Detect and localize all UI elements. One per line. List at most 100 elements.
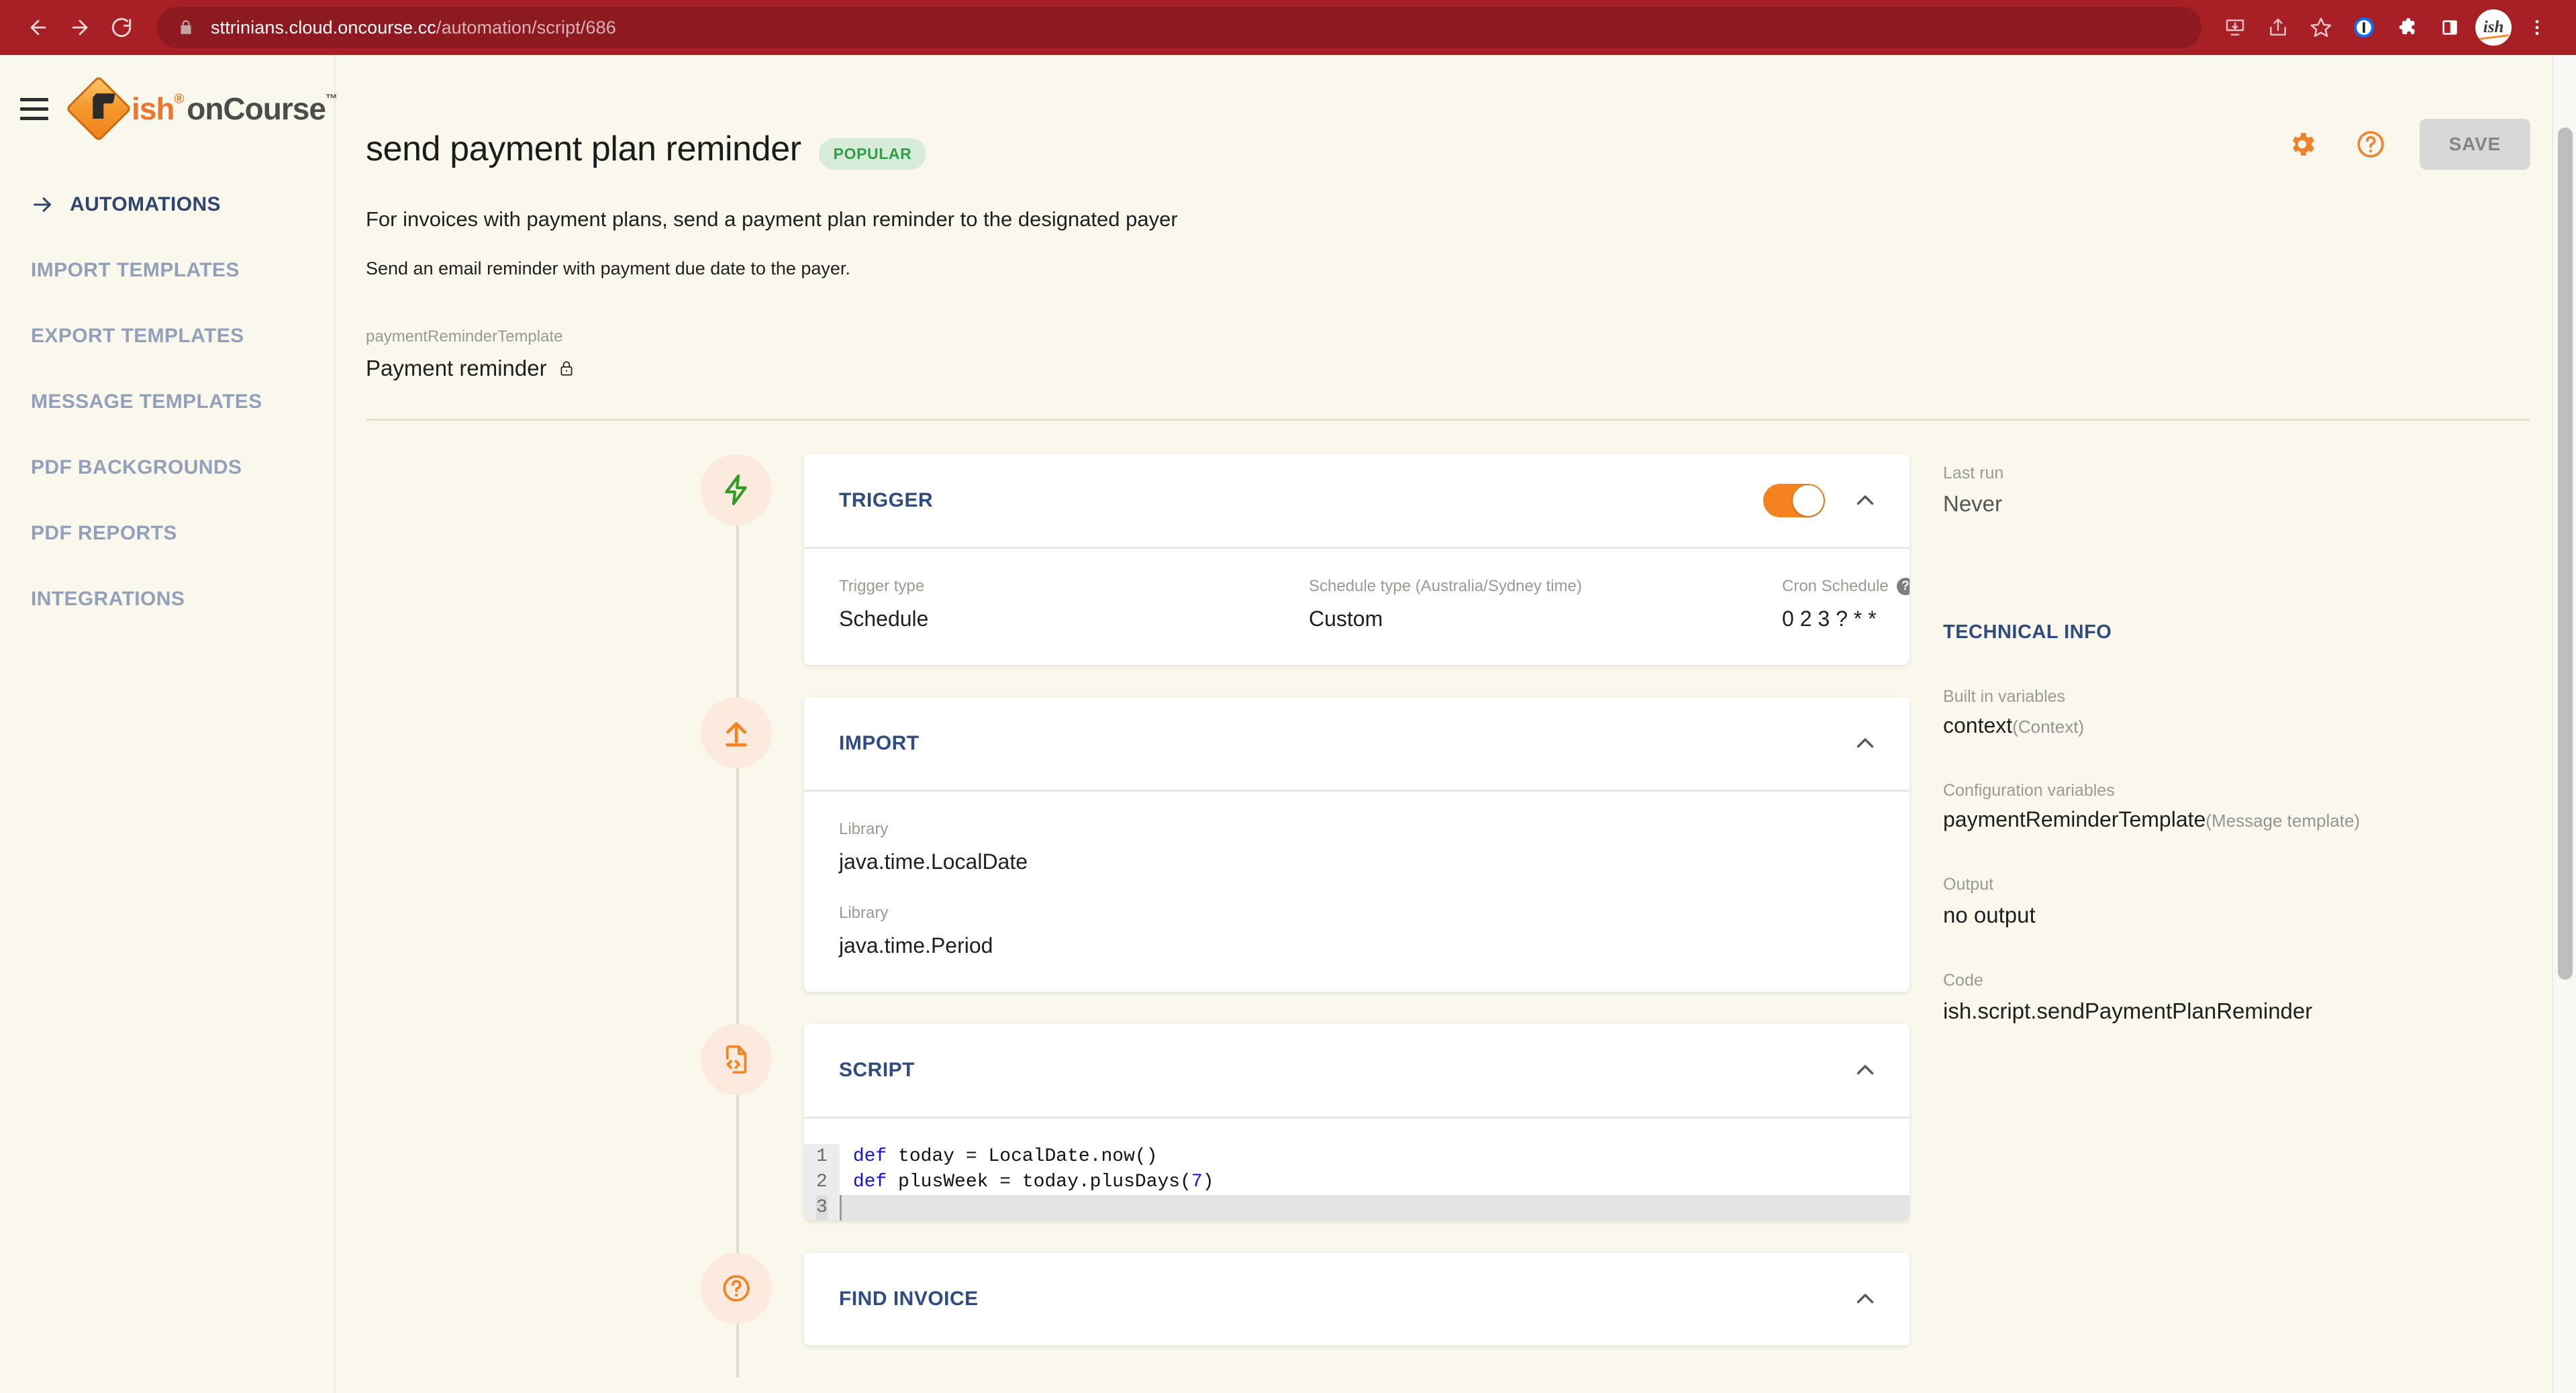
sidebar-item-pdf-backgrounds[interactable]: PDF BACKGROUNDS [0,435,334,501]
field-cron-schedule[interactable]: Cron Schedule ? 0 2 3 ? * * [1782,577,1910,631]
logo-oncourse-text: onCourse [187,91,326,126]
field-label: Library [839,820,889,838]
trigger-fields: Trigger type Schedule Schedule type (Aus… [839,577,1910,631]
trigger-card-body: Trigger type Schedule Schedule type (Aus… [804,547,1910,665]
sidebar: ish ® onCourse ™ AUTOMATIONS IMPORT TEMPLAT… [0,55,338,1393]
bookmark-star-icon[interactable] [2299,6,2342,49]
config-variable-value: paymentReminderTemplate(Message template… [1943,807,2576,832]
technical-info-panel: Last run Never TECHNICAL INFO Built in v… [1910,454,2576,1378]
field-trigger-type[interactable]: Trigger type Schedule [839,577,1309,631]
library-row[interactable]: Library java.time.Period [839,904,1875,958]
field-schedule-type[interactable]: Schedule type (Australia/Sydney time) Cu… [1309,577,1782,631]
code-lines[interactable]: def today = LocalDate.now() def plusWeek… [839,1144,1910,1221]
header-actions: SAVE [2283,119,2530,170]
scrollbar-thumb[interactable] [2558,127,2573,980]
ish-diamond-icon [65,75,132,142]
last-run-group: Last run Never [1943,464,2576,517]
find-invoice-card: FIND INVOICE [804,1253,1910,1345]
chevron-up-icon[interactable] [1853,1058,1877,1082]
builtin-variable-type: (Context) [2012,717,2085,737]
hamburger-menu-icon[interactable] [20,89,48,129]
sidebar-item-export-templates[interactable]: EXPORT TEMPLATES [0,303,334,369]
code-label: Code [1943,971,1983,990]
lightning-bolt-icon [701,454,772,525]
line-number: 3 [816,1195,828,1221]
code-editor[interactable]: 1 2 3 def today = LocalDate.now() def pl… [804,1117,1910,1221]
sidebar-item-import-templates[interactable]: IMPORT TEMPLATES [0,238,334,303]
field-value-row: Payment reminder [366,356,2576,381]
sidebar-item-label: PDF REPORTS [31,522,177,544]
import-card-header[interactable]: IMPORT [804,697,1910,790]
sidebar-item-message-templates[interactable]: MESSAGE TEMPLATES [0,369,334,435]
config-variable-type: (Message template) [2206,811,2361,831]
chevron-up-icon[interactable] [1853,731,1877,756]
app-shell: ish ® onCourse ™ AUTOMATIONS IMPORT TEMPLAT… [0,55,2576,1393]
page-title: send payment plan reminder [366,130,801,168]
help-badge-icon[interactable]: ? [1896,578,1910,595]
block-find-invoice: FIND INVOICE [366,1253,1910,1345]
site-lock-icon [177,19,195,36]
last-run-label: Last run [1943,464,2004,482]
side-panel-icon[interactable] [2428,6,2471,49]
builtin-variable-name: context [1943,713,2013,737]
extensions-puzzle-icon[interactable] [2385,6,2428,49]
page-header: send payment plan reminder POPULAR SAVE [336,55,2576,170]
sidebar-item-pdf-reports[interactable]: PDF REPORTS [0,501,334,566]
payment-reminder-template-field[interactable]: paymentReminderTemplate Payment reminder [336,327,2576,381]
import-card-body: Library java.time.LocalDate Library java… [804,790,1910,992]
section-divider [366,419,2530,421]
install-app-icon[interactable] [2214,6,2257,49]
field-value: Custom [1309,607,1383,631]
help-circle-icon[interactable] [2351,125,2390,164]
script-card-header[interactable]: SCRIPT [804,1024,1910,1117]
chevron-up-icon[interactable] [1853,488,1877,513]
config-variable-name: paymentReminderTemplate [1943,807,2206,831]
save-button[interactable]: SAVE [2419,119,2530,170]
gear-icon[interactable] [2283,125,2322,164]
status-badge-popular: POPULAR [818,138,927,170]
code-area[interactable]: 1 2 3 def today = LocalDate.now() def pl… [804,1144,1910,1221]
trigger-card: TRIGGER Trigger type Schedule Schedule t… [804,454,1910,665]
line-number-gutter: 1 2 3 [804,1144,840,1221]
output-group: Output no output [1943,875,2576,928]
profile-avatar[interactable]: ish [2475,9,2512,46]
technical-info-header[interactable]: TECHNICAL INFO [1943,620,2576,644]
line-number: 1 [816,1146,828,1167]
sidebar-item-automations[interactable]: AUTOMATIONS [0,172,334,238]
builtin-variable-value: context(Context) [1943,713,2576,738]
sidebar-nav: AUTOMATIONS IMPORT TEMPLATES EXPORT TEMP… [0,172,334,632]
description-sub: Send an email reminder with payment due … [366,258,850,278]
trigger-enabled-toggle[interactable] [1763,484,1825,517]
field-value: Payment reminder [366,356,547,380]
back-button[interactable] [17,7,59,48]
trigger-card-header[interactable]: TRIGGER [804,454,1910,547]
address-bar[interactable]: sttrinians.cloud.oncourse.cc/automation/… [157,7,2201,48]
sidebar-item-label: AUTOMATIONS [70,193,221,215]
line-number: 2 [816,1172,828,1192]
chevron-up-icon[interactable] [1853,1287,1877,1311]
logo-ish-text: ish [132,91,175,126]
page-scrollbar[interactable] [2552,55,2576,1393]
share-icon[interactable] [2257,6,2299,49]
url-domain: sttrinians.cloud.oncourse.cc [211,17,436,38]
config-variables-label: Configuration variables [1943,781,2115,800]
reload-button[interactable] [101,7,142,48]
builtin-variables-group: Built in variables context(Context) [1943,687,2576,738]
onepassword-icon[interactable] [2342,6,2385,49]
sidebar-item-label: PDF BACKGROUNDS [31,456,242,478]
find-invoice-card-header[interactable]: FIND INVOICE [804,1253,1910,1345]
sidebar-item-label: EXPORT TEMPLATES [31,325,244,347]
url-text: sttrinians.cloud.oncourse.cc/automation/… [211,17,616,38]
chrome-menu-icon[interactable] [2516,6,2559,49]
browser-toolbar: sttrinians.cloud.oncourse.cc/automation/… [0,0,2576,55]
output-value: no output [1943,902,2036,927]
sidebar-item-label: MESSAGE TEMPLATES [31,391,262,413]
code-file-icon [701,1024,772,1095]
code-rest: plusWeek = today.plusDays(7) [887,1172,1214,1192]
card-title: IMPORT [839,732,920,754]
output-label: Output [1943,875,1994,894]
library-row[interactable]: Library java.time.LocalDate [839,820,1875,874]
field-value: java.time.Period [839,933,993,958]
forward-button[interactable] [59,7,101,48]
sidebar-item-integrations[interactable]: INTEGRATIONS [0,566,334,632]
